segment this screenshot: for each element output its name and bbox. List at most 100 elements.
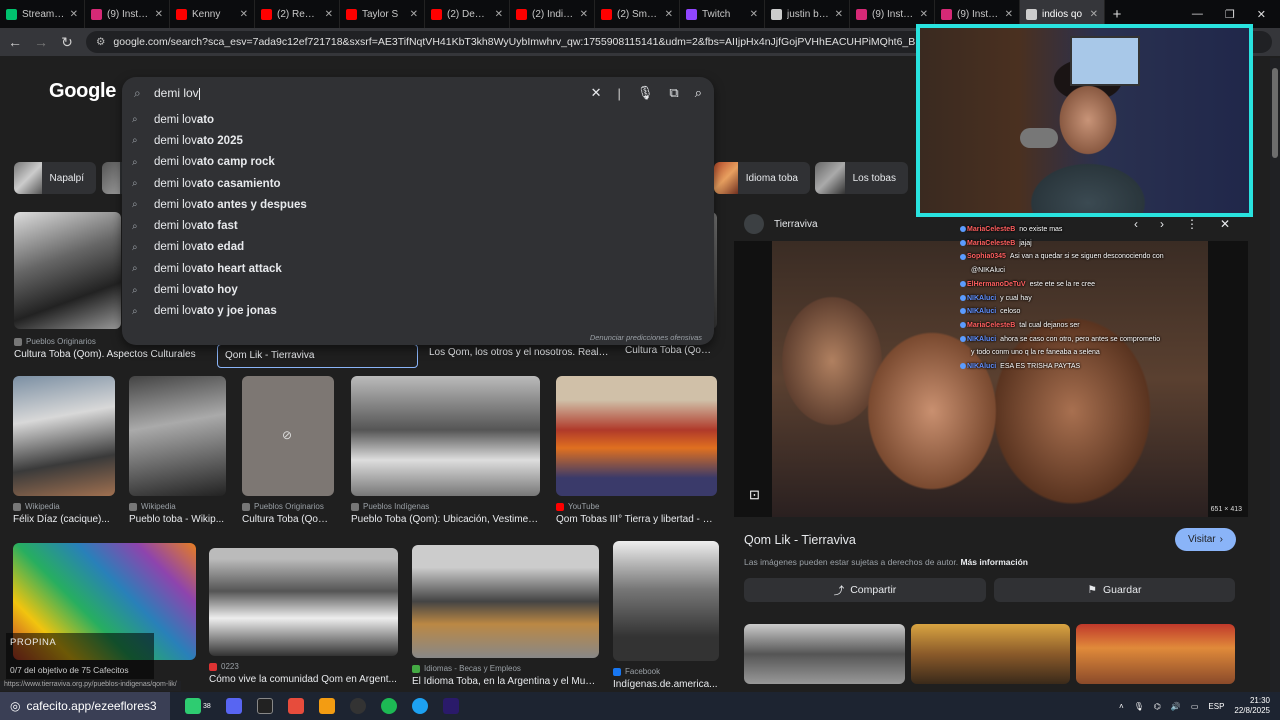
site-info-icon[interactable]: ⚙ <box>96 36 105 48</box>
scrollbar-thumb[interactable] <box>1272 68 1278 158</box>
discord-icon[interactable] <box>225 698 242 714</box>
result-title[interactable]: Los Qom, los otros y el nosotros. Reali.… <box>429 347 609 358</box>
tab-close-icon[interactable]: ✕ <box>155 9 163 20</box>
result-thumbnail[interactable]: ⊘ <box>242 376 334 496</box>
suggestion-item[interactable]: ⌕ demi lov ato hoy <box>122 279 714 300</box>
search-submit-icon[interactable]: ⌕ <box>695 85 702 101</box>
tab-close-icon[interactable]: ✕ <box>1005 9 1013 20</box>
suggestion-item[interactable]: ⌕ demi lov ato heart attack <box>122 258 714 279</box>
suggestion-item[interactable]: ⌕ demi lov ato y joe jonas <box>122 301 714 322</box>
image-result[interactable]: Idiomas - Becas y Empleos El Idioma Toba… <box>412 545 599 687</box>
image-result[interactable] <box>14 212 121 329</box>
result-title[interactable]: El Idioma Toba, en la Argentina y el Mun… <box>412 676 599 687</box>
app-icon[interactable] <box>287 698 304 714</box>
taskbar-search[interactable]: ◎ cafecito.app/ezeeflores3 <box>0 692 170 720</box>
whatsapp-icon[interactable] <box>185 698 201 714</box>
browser-tab[interactable]: (9) Instagr ✕ <box>85 0 170 28</box>
result-title[interactable]: Pueblo Toba (Qom): Ubicación, Vestimen..… <box>351 514 540 525</box>
image-result[interactable]: Facebook Indígenas.de.america... <box>613 541 719 690</box>
result-title[interactable]: Cultura Toba (Qom... <box>625 345 717 356</box>
tab-close-icon[interactable]: ✕ <box>835 9 843 20</box>
chip-los-tobas[interactable]: Los tobas <box>815 162 908 194</box>
related-image[interactable] <box>1076 624 1235 684</box>
chip-napalpi[interactable]: Napalpí <box>14 162 96 194</box>
share-button[interactable]: ⤴ Compartir <box>744 578 986 602</box>
result-thumbnail[interactable] <box>129 376 226 496</box>
google-logo[interactable]: Google <box>49 80 116 103</box>
back-arrow-icon[interactable]: ← <box>8 34 22 50</box>
suggestion-item[interactable]: ⌕ demi lov ato casamiento <box>122 173 714 194</box>
tab-close-icon[interactable]: ✕ <box>750 9 758 20</box>
image-result[interactable]: YouTube Qom Tobas III° Tierra y libertad… <box>556 376 717 525</box>
result-thumbnail[interactable] <box>14 212 121 329</box>
result-thumbnail[interactable] <box>412 545 599 658</box>
new-tab-button[interactable]: + <box>1105 6 1129 23</box>
forward-arrow-icon[interactable]: → <box>34 34 48 50</box>
image-result[interactable]: ⊘ Pueblos Originarios Cultura Toba (Qom.… <box>242 376 334 525</box>
minimize-icon[interactable]: — <box>1192 8 1203 21</box>
obs-icon[interactable] <box>256 698 273 714</box>
volume-icon[interactable]: 🔊 <box>1171 702 1181 711</box>
result-title[interactable]: Cómo vive la comunidad Qom en Argent... <box>209 674 398 685</box>
tab-close-icon[interactable]: ✕ <box>580 9 588 20</box>
result-title[interactable]: Cultura Toba (Qom... <box>242 514 334 525</box>
tab-close-icon[interactable]: ✕ <box>495 9 503 20</box>
preview-site-name[interactable]: Tierraviva <box>774 219 818 230</box>
tab-close-icon[interactable]: ✕ <box>1090 9 1098 20</box>
result-thumbnail[interactable] <box>556 376 717 496</box>
restore-icon[interactable]: ❐ <box>1225 8 1235 21</box>
tab-close-icon[interactable]: ✕ <box>240 9 248 20</box>
suggestion-item[interactable]: ⌕ demi lov ato antes y despues <box>122 194 714 215</box>
chip-idioma-toba[interactable]: Idioma toba <box>714 162 810 194</box>
image-result[interactable]: Wikipedia Félix Díaz (cacique)... <box>13 376 115 525</box>
browser-tab[interactable]: Stream - K ✕ <box>0 0 85 28</box>
result-thumbnail[interactable] <box>209 548 398 656</box>
tab-close-icon[interactable]: ✕ <box>920 9 928 20</box>
browser-tab[interactable]: (2) Indio S ✕ <box>510 0 595 28</box>
clear-icon[interactable]: ✕ <box>591 85 602 101</box>
chevron-up-icon[interactable]: ˄ <box>1119 702 1124 711</box>
result-thumbnail[interactable] <box>13 376 115 496</box>
save-button[interactable]: ⚑ Guardar <box>994 578 1235 602</box>
browser-tab[interactable]: Kenny ✕ <box>170 0 255 28</box>
result-title[interactable]: Indígenas.de.america... <box>613 679 719 690</box>
result-title[interactable]: Félix Díaz (cacique)... <box>13 514 115 525</box>
lens-search-icon[interactable]: ⊡ <box>749 487 760 503</box>
image-result[interactable]: Wikipedia Pueblo toba - Wikip... <box>129 376 226 525</box>
close-icon[interactable]: ✕ <box>1220 217 1230 231</box>
result-thumbnail[interactable] <box>613 541 719 661</box>
spotify-icon[interactable] <box>380 698 397 714</box>
lens-camera-icon[interactable]: ⧉ <box>669 85 678 101</box>
image-result-caption[interactable]: Los Qom, los otros y el nosotros. Reali.… <box>429 344 609 358</box>
browser-tab[interactable]: Twitch ✕ <box>680 0 765 28</box>
microphone-icon[interactable]: 🎙 <box>637 85 654 101</box>
image-result[interactable]: Pueblos Indígenas Pueblo Toba (Qom): Ubi… <box>351 376 540 525</box>
more-info-link[interactable]: Más información <box>960 557 1028 567</box>
app-icon[interactable] <box>411 698 428 714</box>
search-input[interactable]: ⌕ demi lov ✕ | 🎙 ⧉ ⌕ <box>122 77 714 109</box>
visit-button[interactable]: Visitar › <box>1175 528 1236 551</box>
premiere-icon[interactable] <box>442 698 459 714</box>
tab-close-icon[interactable]: ✕ <box>410 9 418 20</box>
suggestion-item[interactable]: ⌕ demi lov ato camp rock <box>122 152 714 173</box>
network-icon[interactable]: ⌬ <box>1154 702 1161 711</box>
browser-tab[interactable]: Taylor S ✕ <box>340 0 425 28</box>
app-icon[interactable] <box>318 698 335 714</box>
tab-close-icon[interactable]: ✕ <box>665 9 673 20</box>
app-icon[interactable] <box>349 698 366 714</box>
browser-tab[interactable]: (2) Demi L ✕ <box>425 0 510 28</box>
suggestion-item[interactable]: ⌕ demi lov ato 2025 <box>122 130 714 151</box>
related-image[interactable] <box>911 624 1070 684</box>
preview-title[interactable]: Qom Lik - Tierraviva <box>744 533 856 547</box>
result-thumbnail[interactable] <box>351 376 540 496</box>
browser-tab[interactable]: (2) Remar ✕ <box>255 0 340 28</box>
tab-close-icon[interactable]: ✕ <box>70 9 78 20</box>
page-scrollbar[interactable] <box>1270 58 1280 692</box>
selected-result-title[interactable]: Qom Lik - Tierraviva <box>217 344 418 368</box>
report-predictions-link[interactable]: Denunciar predicciones ofensivas <box>590 333 702 342</box>
suggestion-item[interactable]: ⌕ demi lov ato fast <box>122 215 714 236</box>
related-image[interactable] <box>744 624 905 684</box>
suggestion-item[interactable]: ⌕ demi lov ato <box>122 109 714 130</box>
close-window-icon[interactable]: ✕ <box>1257 8 1266 21</box>
browser-tab[interactable]: justin bieb ✕ <box>765 0 850 28</box>
